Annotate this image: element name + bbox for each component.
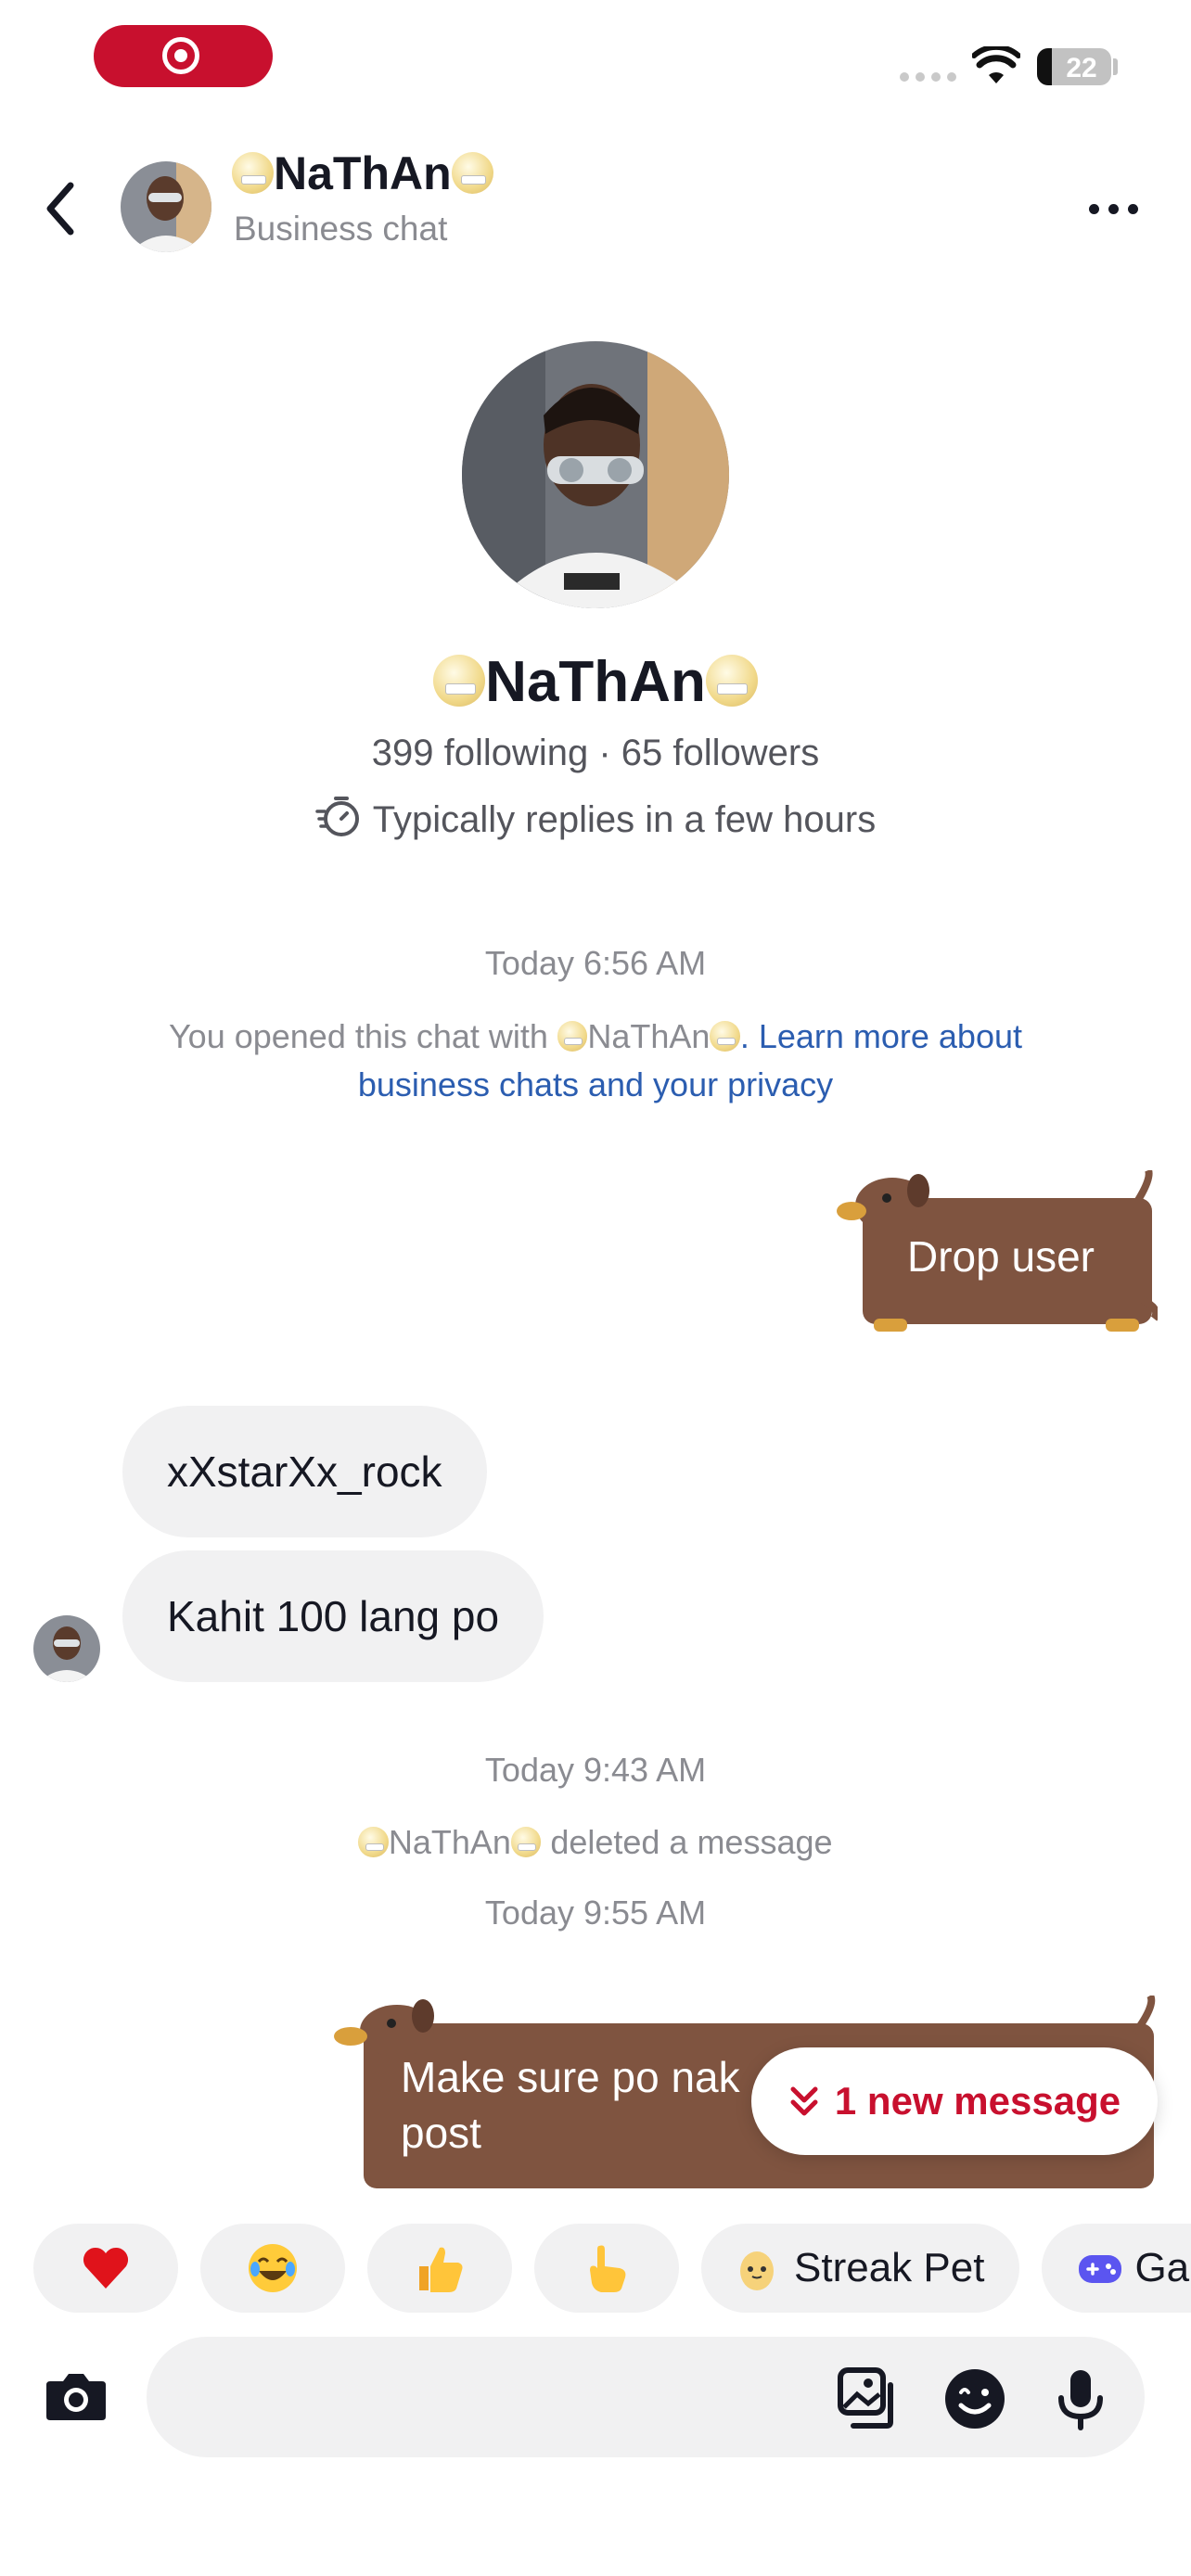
mask-face-emoji bbox=[710, 1021, 740, 1052]
battery-icon: 22 bbox=[1037, 48, 1111, 85]
laugh-reaction[interactable] bbox=[200, 2224, 345, 2313]
message-text: Drop user bbox=[907, 1232, 1095, 1281]
chat-title[interactable]: NaThAn bbox=[232, 147, 493, 200]
reply-time-info: Typically replies in a few hours bbox=[0, 795, 1191, 841]
games-chip[interactable]: Ga bbox=[1042, 2224, 1191, 2313]
mask-face-emoji bbox=[433, 655, 486, 708]
chat-subtitle: Business chat bbox=[234, 210, 448, 248]
pointing-reaction[interactable] bbox=[534, 2224, 679, 2313]
record-icon bbox=[162, 37, 199, 74]
microphone-icon[interactable] bbox=[1048, 2366, 1113, 2431]
timestamp: Today 9:43 AM bbox=[484, 1751, 707, 1789]
received-message-bubble[interactable]: Kahit 100 lang po bbox=[122, 1550, 544, 1682]
heart-reaction[interactable] bbox=[33, 2224, 178, 2313]
message-text: Make sure po nak post bbox=[401, 2053, 740, 2157]
mask-face-emoji bbox=[557, 1021, 588, 1052]
back-arrow-icon[interactable] bbox=[37, 176, 85, 241]
profile-avatar[interactable] bbox=[462, 341, 729, 608]
new-message-pill[interactable]: 1 new message bbox=[751, 2047, 1158, 2155]
mask-face-emoji bbox=[232, 152, 274, 194]
more-options-icon[interactable] bbox=[1076, 185, 1150, 232]
streak-pet-chip[interactable]: Streak Pet bbox=[701, 2224, 1020, 2313]
quick-reaction-bar: Streak Pet Ga bbox=[33, 2224, 1191, 2313]
mask-face-emoji bbox=[451, 152, 493, 194]
laughing-emoji-icon bbox=[249, 2244, 297, 2292]
timestamp: Today 6:56 AM bbox=[484, 944, 707, 982]
double-chevron-down-icon bbox=[790, 2086, 818, 2116]
mask-face-emoji bbox=[510, 1827, 542, 1857]
gallery-icon[interactable] bbox=[837, 2366, 902, 2431]
battery-tip bbox=[1113, 58, 1118, 75]
follow-stats: 399 following · 65 followers bbox=[371, 733, 820, 773]
heart-icon bbox=[83, 2247, 129, 2289]
cellular-signal-icon bbox=[900, 72, 956, 82]
sender-avatar[interactable] bbox=[33, 1615, 100, 1682]
pointing-hand-icon bbox=[590, 2245, 626, 2292]
deleted-message-notice: NaThAn deleted a message bbox=[0, 1823, 1191, 1862]
received-message-bubble[interactable]: xXstarXx_rock bbox=[122, 1406, 487, 1537]
wifi-icon bbox=[972, 46, 1020, 83]
business-chat-notice: You opened this chat with NaThAn. Learn … bbox=[168, 1017, 1023, 1103]
profile-name[interactable]: NaThAn bbox=[0, 649, 1191, 715]
timer-icon bbox=[315, 797, 359, 836]
game-controller-icon bbox=[1079, 2255, 1122, 2283]
egg-pet-icon bbox=[740, 2251, 774, 2290]
thumbs-up-icon bbox=[419, 2247, 463, 2292]
header-avatar[interactable] bbox=[121, 161, 211, 252]
timestamp: Today 9:55 AM bbox=[484, 1894, 707, 1932]
thumbs-up-reaction[interactable] bbox=[367, 2224, 512, 2313]
mask-face-emoji bbox=[705, 655, 758, 708]
camera-icon[interactable] bbox=[43, 2363, 109, 2429]
mask-face-emoji bbox=[358, 1827, 389, 1857]
sent-message-bubble[interactable]: Drop user bbox=[837, 1170, 1158, 1337]
emoji-icon[interactable] bbox=[942, 2366, 1007, 2431]
